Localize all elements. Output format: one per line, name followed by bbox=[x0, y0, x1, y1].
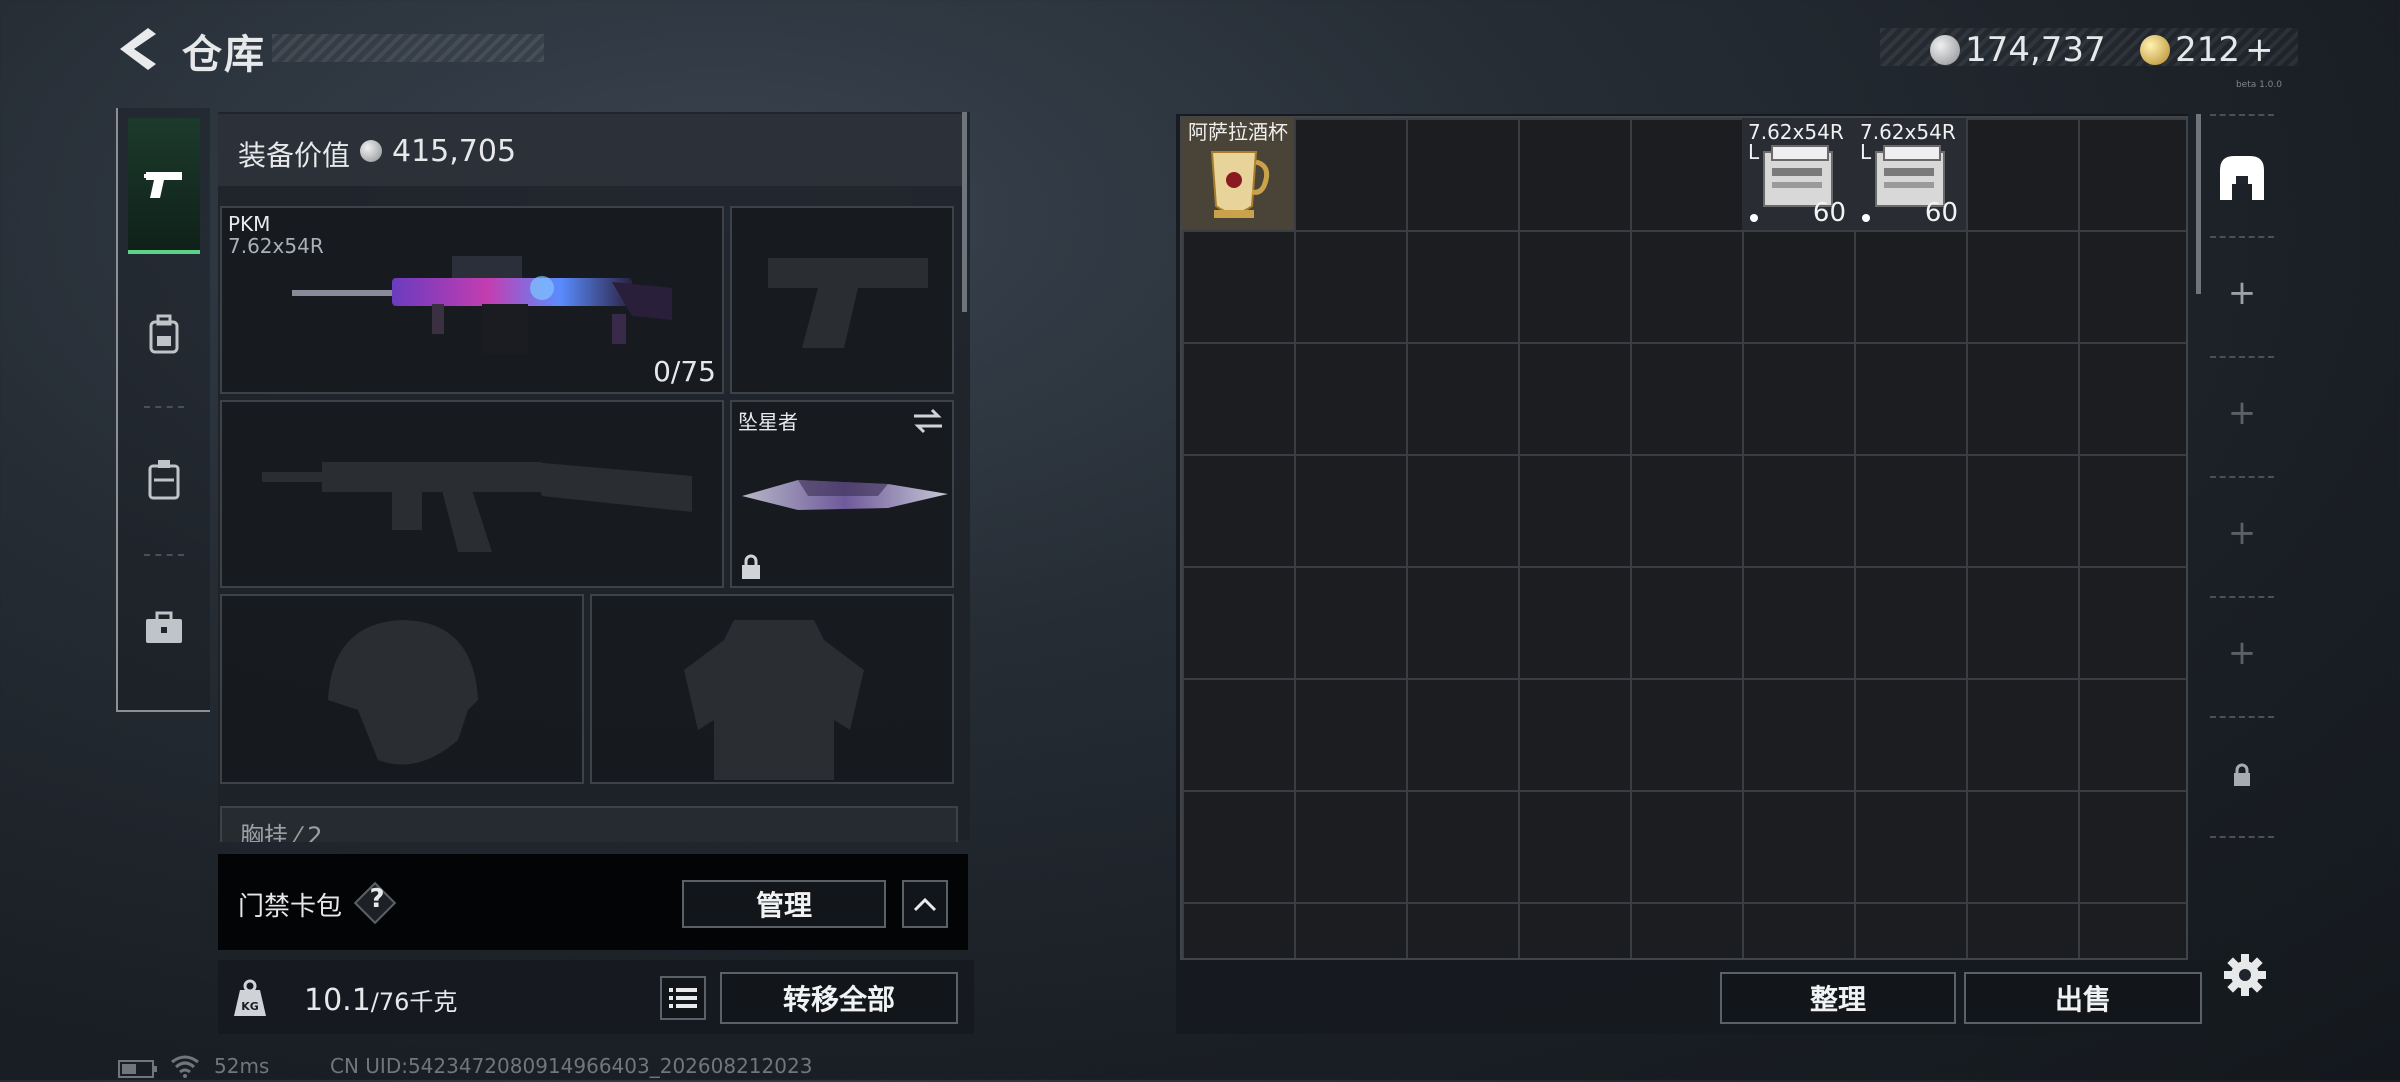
item-indicator bbox=[1862, 214, 1870, 222]
tab-toolbox[interactable] bbox=[128, 562, 200, 694]
battery-icon bbox=[118, 1060, 158, 1082]
equipment-scrollbar[interactable] bbox=[962, 112, 967, 312]
storage-scrollbar[interactable] bbox=[2196, 114, 2201, 294]
swap-icon[interactable] bbox=[912, 408, 944, 434]
add-storage-slot-4[interactable]: + bbox=[2206, 594, 2278, 712]
weight-display: 10.1/76千克 bbox=[304, 982, 457, 1018]
item-count: 60 bbox=[1812, 198, 1846, 228]
back-arrow-icon bbox=[120, 28, 156, 70]
tab-chest-rig[interactable] bbox=[128, 414, 200, 546]
tab-backpack[interactable] bbox=[128, 268, 200, 400]
item-name: 阿萨拉酒杯 bbox=[1188, 120, 1288, 144]
add-storage-slot-1[interactable]: + bbox=[2206, 234, 2278, 352]
gold-coin-icon bbox=[2140, 35, 2170, 65]
equipment-tabs bbox=[116, 108, 210, 712]
svg-text:KG: KG bbox=[241, 1000, 259, 1013]
equipment-value-label: 装备价值 bbox=[238, 139, 351, 172]
toolbox-icon bbox=[146, 611, 182, 643]
add-storage-slot-2[interactable]: + bbox=[2206, 354, 2278, 472]
expand-button[interactable] bbox=[902, 880, 948, 928]
sell-button[interactable]: 出售 bbox=[1964, 972, 2202, 1024]
storage-item-ammo-1[interactable]: 7.62x54R L 60 bbox=[1742, 118, 1854, 230]
helmet-slot[interactable] bbox=[220, 594, 584, 784]
primary-weapon-slot[interactable]: PKM 7.62x54R 0/75 bbox=[220, 206, 724, 394]
lock-icon bbox=[742, 554, 760, 579]
sort-button[interactable]: 整理 bbox=[1720, 972, 1956, 1024]
locked-storage-slot[interactable] bbox=[2206, 716, 2278, 834]
gold-currency[interactable]: 212 + bbox=[2140, 30, 2274, 70]
plus-icon: + bbox=[2227, 633, 2257, 673]
storage-sidebar: + + + + bbox=[2206, 112, 2278, 842]
uid-text: CN UID:5423472080914966403_202608212023 bbox=[330, 1054, 813, 1078]
manage-button[interactable]: 管理 bbox=[682, 880, 886, 928]
item-count: 60 bbox=[1924, 198, 1958, 228]
melee-slot[interactable]: 坠星者 bbox=[730, 400, 954, 588]
silver-currency: 174,737 bbox=[1930, 30, 2106, 70]
silver-amount: 174,737 bbox=[1965, 30, 2106, 70]
safe-box-icon bbox=[2220, 156, 2264, 200]
chest-rig-row[interactable]: 胸挂 ⁄ 2 bbox=[220, 806, 958, 842]
helmet-placeholder-icon bbox=[328, 620, 478, 765]
plus-icon: + bbox=[2227, 513, 2257, 553]
silver-coin-icon bbox=[1930, 35, 1960, 65]
settings-button[interactable] bbox=[2222, 952, 2268, 998]
melee-name: 坠星者 bbox=[738, 410, 798, 434]
add-gold-button[interactable]: + bbox=[2245, 30, 2274, 70]
armor-placeholder-icon bbox=[684, 620, 864, 780]
access-card-label: 门禁卡包 bbox=[238, 892, 343, 922]
gear-icon bbox=[2224, 954, 2266, 996]
back-button[interactable] bbox=[112, 24, 162, 74]
machine-gun-image bbox=[292, 256, 672, 354]
equipment-value: 415,705 bbox=[392, 134, 517, 169]
weight-current: 10.1 bbox=[304, 983, 371, 1018]
gold-amount: 212 bbox=[2175, 30, 2240, 70]
plus-icon: + bbox=[2227, 393, 2257, 433]
kg-weight-icon: KG bbox=[228, 976, 272, 1020]
transfer-all-button[interactable]: 转移全部 bbox=[720, 972, 958, 1024]
goblet-image bbox=[1210, 151, 1270, 218]
plus-icon: + bbox=[2227, 273, 2257, 313]
storage-item-cup[interactable]: 阿萨拉酒杯 bbox=[1182, 118, 1294, 230]
storage-item-ammo-2[interactable]: 7.62x54R L 60 bbox=[1854, 118, 1966, 230]
backpack-icon bbox=[149, 314, 179, 354]
title-decoration bbox=[272, 34, 544, 62]
knife-image bbox=[742, 480, 948, 510]
version-text: beta 1.0.0 bbox=[2235, 80, 2282, 90]
help-icon[interactable]: ? bbox=[362, 884, 392, 914]
weapon-ammo: 0/75 bbox=[653, 355, 716, 388]
chevron-up-icon bbox=[913, 897, 937, 912]
pistol-placeholder-icon bbox=[768, 258, 928, 348]
lock-icon bbox=[2234, 763, 2250, 786]
pistol-icon bbox=[144, 172, 182, 198]
secondary-weapon-slot[interactable] bbox=[730, 206, 954, 394]
wifi-icon bbox=[170, 1054, 200, 1082]
tertiary-weapon-slot[interactable] bbox=[220, 400, 724, 588]
list-view-button[interactable] bbox=[660, 976, 706, 1020]
weapon-name: PKM bbox=[228, 212, 271, 236]
chest-rig-label: 胸挂 ⁄ 2 bbox=[240, 822, 323, 842]
storage-grid-border bbox=[1180, 116, 2188, 960]
page-title: 仓库 bbox=[182, 32, 266, 78]
silver-coin-icon bbox=[360, 140, 382, 162]
list-icon bbox=[669, 988, 697, 1008]
tab-weapons[interactable] bbox=[128, 118, 200, 254]
add-storage-slot-3[interactable]: + bbox=[2206, 474, 2278, 592]
item-indicator bbox=[1750, 214, 1758, 222]
rifle-placeholder-icon bbox=[262, 462, 692, 552]
ping-text: 52ms bbox=[214, 1054, 270, 1078]
chest-rig-icon bbox=[148, 460, 180, 500]
armor-slot[interactable] bbox=[590, 594, 954, 784]
weight-max: /76千克 bbox=[370, 988, 458, 1016]
tab-safe-box[interactable] bbox=[2206, 118, 2278, 236]
